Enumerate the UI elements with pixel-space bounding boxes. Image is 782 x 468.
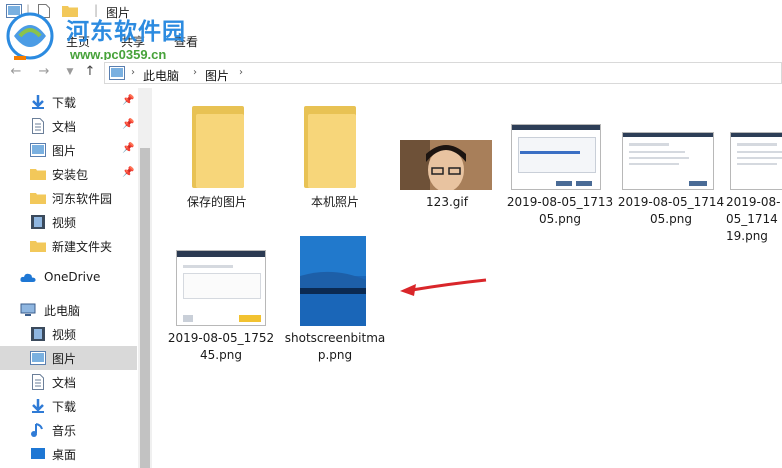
breadcrumb-this-pc[interactable]: 此电脑 bbox=[143, 67, 179, 84]
download-arrow-icon bbox=[32, 95, 44, 109]
folder-icon bbox=[30, 241, 46, 252]
file-item-saved-pictures[interactable]: 保存的图片 bbox=[162, 106, 272, 246]
sidebar-item-pictures-quick[interactable]: 图片 📌 bbox=[0, 138, 137, 162]
bitmap-thumbnail bbox=[300, 236, 366, 326]
file-name: 保存的图片 bbox=[186, 195, 247, 209]
file-item-123-gif[interactable]: 123.gif bbox=[392, 106, 502, 246]
watermark-title: 河东软件园 bbox=[66, 18, 186, 45]
music-note-icon bbox=[31, 423, 43, 437]
screenshot-thumbnail bbox=[622, 132, 714, 190]
film-icon bbox=[31, 215, 45, 229]
breadcrumb-separator[interactable]: › bbox=[131, 67, 135, 78]
desktop-icon bbox=[31, 448, 45, 459]
folder-icon bbox=[30, 169, 46, 180]
file-list: 保存的图片 本机照片 123.gif 2019-08-05_171305.png… bbox=[152, 88, 782, 468]
back-button[interactable]: ← bbox=[8, 64, 24, 80]
breadcrumb-separator[interactable]: › bbox=[193, 67, 197, 78]
file-name: 2019-08-05_175245.png bbox=[167, 331, 275, 362]
file-item-171305-png[interactable]: 2019-08-05_171305.png bbox=[505, 106, 615, 246]
file-name: shotscreenbitmap.png bbox=[284, 331, 386, 362]
navigation-pane: 下载 📌 文档 📌 图片 📌 安装包 📌 河东软件园 视频 新建文件夹 OneD… bbox=[0, 88, 152, 468]
picture-icon bbox=[30, 143, 46, 157]
address-bar-row: ← → ▼ ↑ › 此电脑 › 图片 › bbox=[0, 60, 782, 86]
sidebar-item-downloads[interactable]: 下载 📌 bbox=[0, 90, 137, 114]
annotation-arrow-icon bbox=[400, 278, 487, 296]
sidebar-item-videos-quick[interactable]: 视频 bbox=[0, 210, 137, 234]
file-item-local-photos[interactable]: 本机照片 bbox=[280, 106, 390, 246]
film-icon bbox=[31, 327, 45, 341]
sidebar-item-documents[interactable]: 文档 📌 bbox=[0, 114, 137, 138]
picture-icon bbox=[30, 351, 46, 365]
document-icon bbox=[32, 374, 44, 390]
file-explorer-window: | | 图片 文件 主页 共享 查看 河东软件园 www.pc0359.cn ←… bbox=[0, 0, 782, 468]
file-name: 2019-08-05_171419.png bbox=[726, 195, 781, 243]
recent-locations-button[interactable]: ▼ bbox=[62, 64, 78, 80]
screenshot-thumbnail bbox=[730, 132, 782, 190]
file-item-shotscreenbitmap-png[interactable]: shotscreenbitmap.png bbox=[280, 236, 390, 376]
file-name: 2019-08-05_171305.png bbox=[506, 195, 614, 226]
sidebar-item-hedong[interactable]: 河东软件园 bbox=[0, 186, 137, 210]
sidebar-item-onedrive[interactable]: OneDrive bbox=[0, 266, 137, 290]
picture-icon bbox=[109, 66, 125, 80]
screenshot-thumbnail bbox=[176, 250, 266, 326]
folder-icon bbox=[30, 193, 46, 204]
file-item-175245-png[interactable]: 2019-08-05_175245.png bbox=[166, 250, 276, 390]
breadcrumb-separator[interactable]: › bbox=[239, 67, 243, 78]
folder-icon bbox=[304, 106, 356, 188]
sidebar-item-pictures[interactable]: 图片 bbox=[0, 346, 137, 370]
pin-icon[interactable]: 📌 bbox=[122, 167, 134, 179]
file-item-171419-png[interactable]: 2019-08-05_171419.png bbox=[722, 106, 782, 246]
file-item-171405-png[interactable]: 2019-08-05_171405.png bbox=[616, 106, 726, 246]
watermark-logo bbox=[6, 12, 54, 62]
pin-icon[interactable]: 📌 bbox=[122, 95, 134, 107]
download-arrow-icon bbox=[32, 399, 44, 413]
file-name: 123.gif bbox=[426, 195, 468, 209]
address-bar[interactable]: › 此电脑 › 图片 › bbox=[104, 62, 782, 84]
folder-icon bbox=[192, 106, 244, 188]
sidebar-item-install-packages[interactable]: 安装包 📌 bbox=[0, 162, 137, 186]
sidebar-item-videos[interactable]: 视频 bbox=[0, 322, 137, 346]
screenshot-thumbnail bbox=[511, 124, 601, 190]
document-icon bbox=[32, 118, 44, 134]
sidebar-item-documents-pc[interactable]: 文档 bbox=[0, 370, 137, 394]
up-button[interactable]: ↑ bbox=[82, 64, 98, 80]
sidebar-item-downloads-pc[interactable]: 下载 bbox=[0, 394, 137, 418]
file-name: 本机照片 bbox=[310, 195, 359, 209]
computer-icon bbox=[20, 303, 36, 316]
sidebar-item-new-folder[interactable]: 新建文件夹 bbox=[0, 234, 137, 258]
sidebar-item-music[interactable]: 音乐 bbox=[0, 418, 137, 442]
breadcrumb-pictures[interactable]: 图片 bbox=[205, 67, 229, 84]
photo-thumbnail bbox=[400, 140, 492, 190]
pin-icon[interactable]: 📌 bbox=[122, 119, 134, 131]
file-name: 2019-08-05_171405.png bbox=[617, 195, 725, 226]
sidebar-item-this-pc[interactable]: 此电脑 bbox=[0, 298, 137, 322]
pin-icon[interactable]: 📌 bbox=[122, 143, 134, 155]
forward-button[interactable]: → bbox=[36, 64, 52, 80]
sidebar-item-desktop[interactable]: 桌面 bbox=[0, 442, 137, 466]
sidebar-scrollbar-thumb[interactable] bbox=[140, 148, 150, 468]
cloud-icon bbox=[20, 273, 36, 282]
